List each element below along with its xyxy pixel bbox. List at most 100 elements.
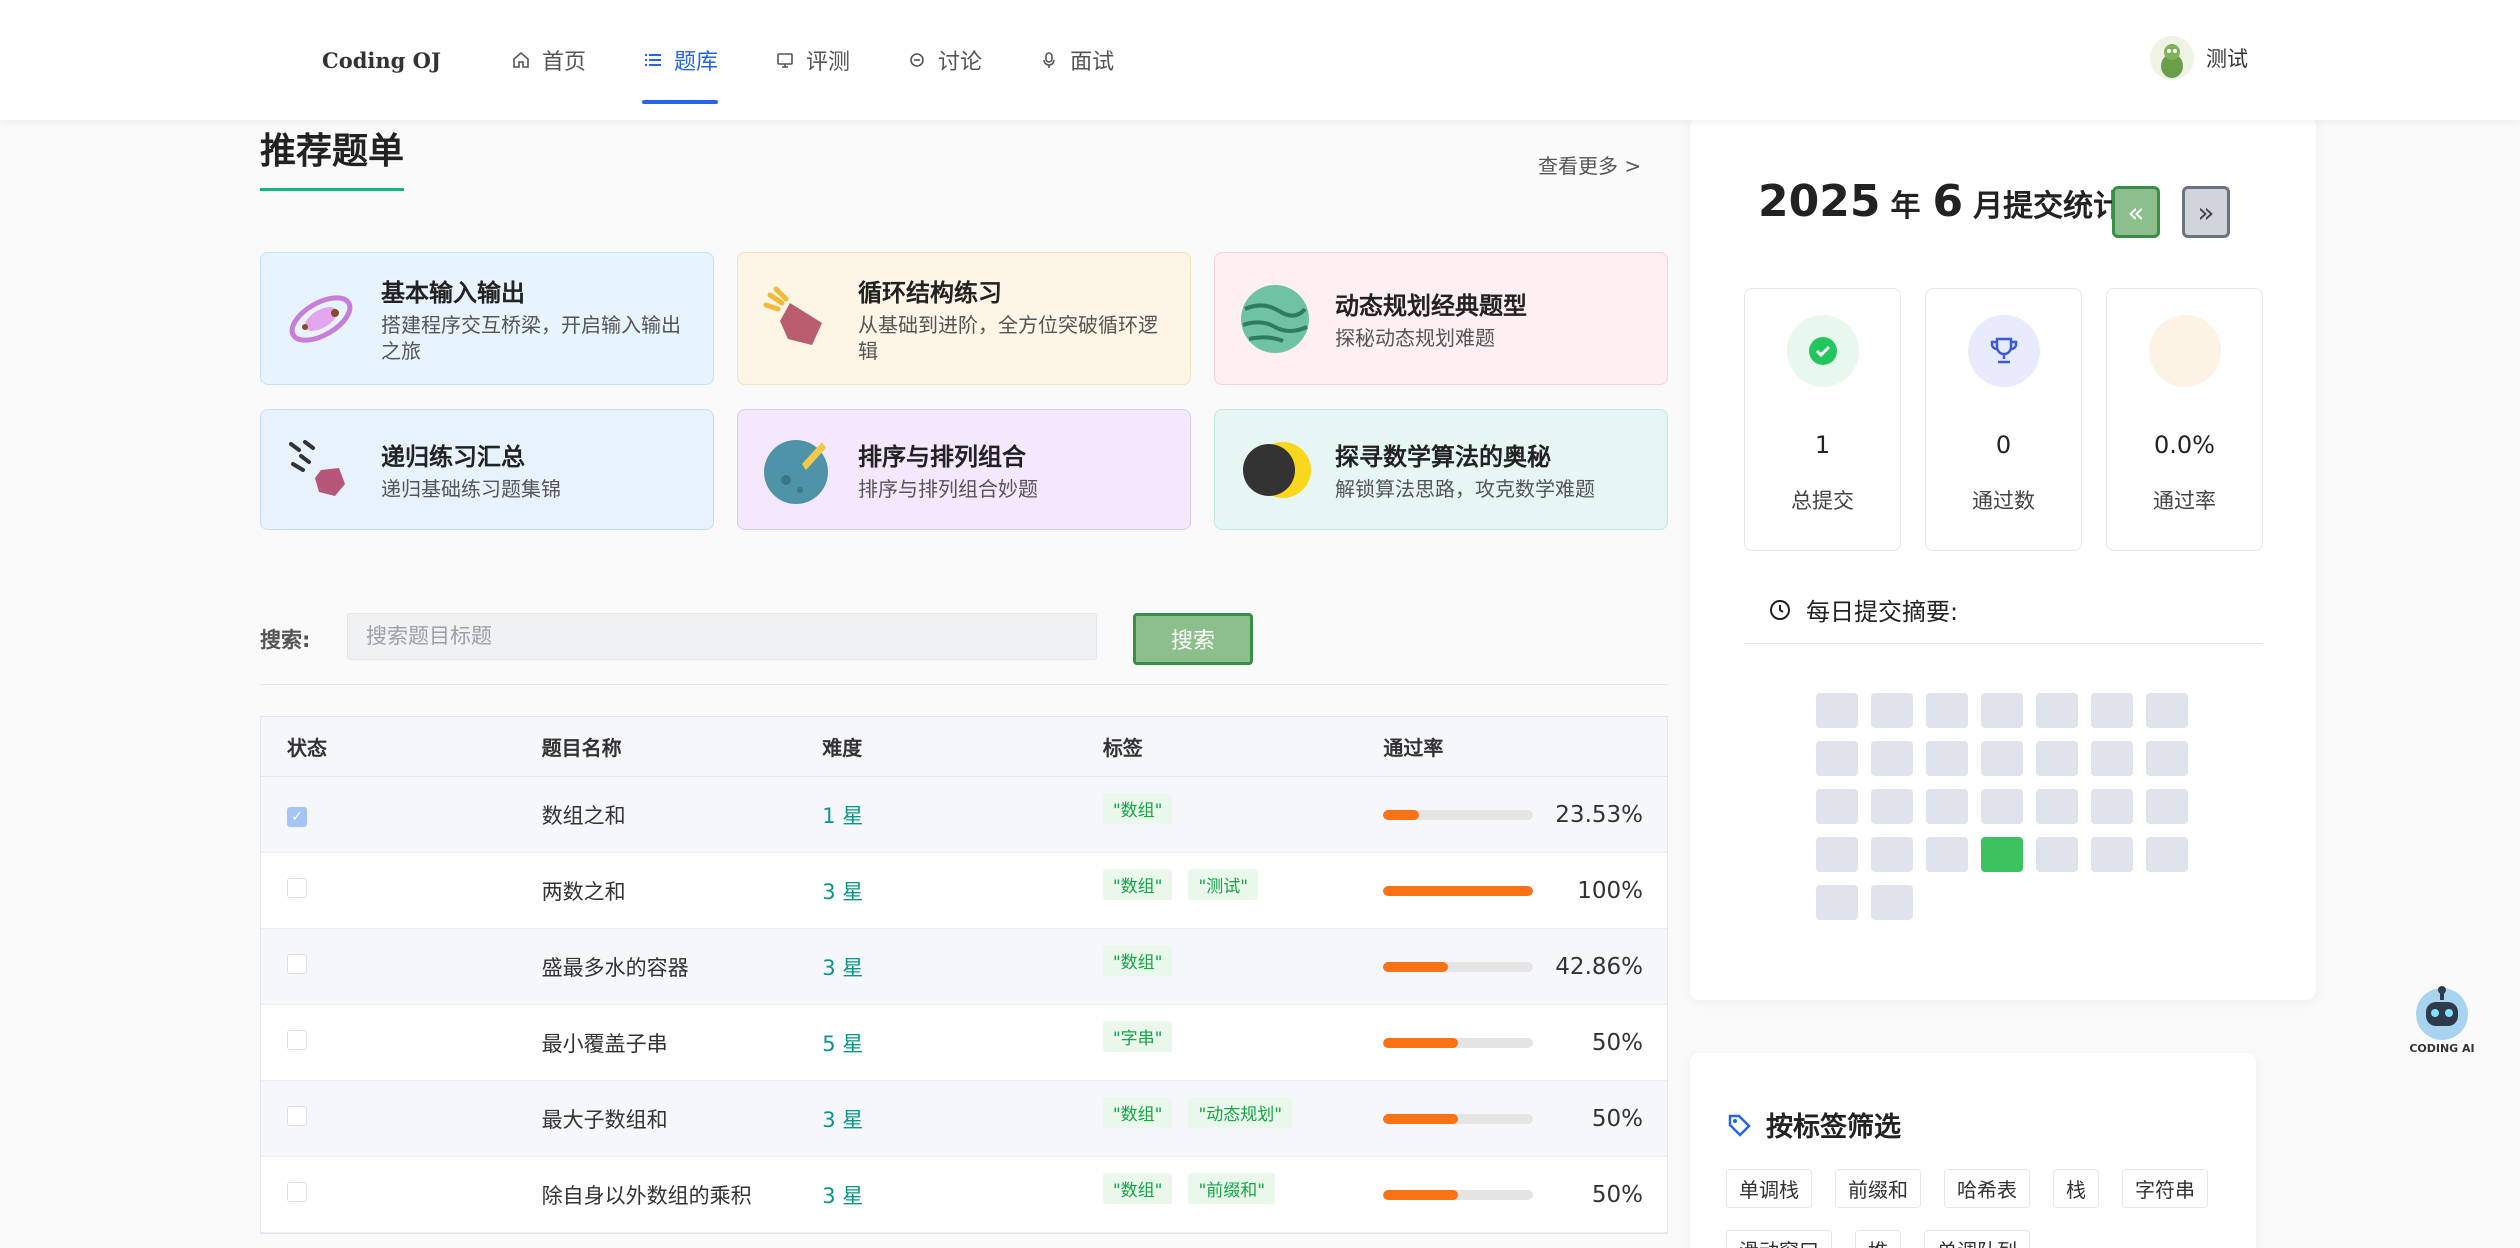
filter-tag[interactable]: 哈希表 bbox=[1944, 1169, 2030, 1208]
problem-tag[interactable]: "数组" bbox=[1102, 1097, 1173, 1128]
problem-tag[interactable]: "字串" bbox=[1102, 1021, 1173, 1052]
status-checkbox[interactable] bbox=[287, 1030, 307, 1050]
day-cell[interactable] bbox=[1981, 741, 2023, 776]
problem-name[interactable]: 盛最多水的容器 bbox=[542, 952, 823, 982]
status-checkbox[interactable] bbox=[287, 878, 307, 898]
day-cell[interactable] bbox=[2036, 741, 2078, 776]
filter-tag[interactable]: 滑动窗口 bbox=[1726, 1230, 1832, 1248]
problem-set-card[interactable]: 排序与排列组合 排序与排列组合妙题 bbox=[737, 409, 1191, 530]
table-row[interactable]: 最大子数组和 3 星 "数组" "动态规划" 50% bbox=[261, 1081, 1667, 1157]
nav-item-judge[interactable]: 评测 bbox=[774, 0, 850, 120]
coding-ai-button[interactable]: CODING AI bbox=[2408, 984, 2476, 1055]
nav-item-home[interactable]: 首页 bbox=[510, 0, 586, 120]
problem-tag[interactable]: "数组" bbox=[1102, 869, 1173, 900]
day-cell[interactable] bbox=[1871, 741, 1913, 776]
day-cell[interactable] bbox=[2146, 837, 2188, 872]
day-cell[interactable] bbox=[2091, 837, 2133, 872]
day-cell[interactable] bbox=[2146, 693, 2188, 728]
avatar[interactable] bbox=[2150, 36, 2194, 80]
problem-set-card[interactable]: 基本输入输出 搭建程序交互桥梁，开启输入输出之旅 bbox=[260, 252, 714, 385]
day-cell[interactable] bbox=[1926, 837, 1968, 872]
nav-item-problems[interactable]: 题库 bbox=[642, 0, 719, 120]
col-header-tags[interactable]: 标签 bbox=[1103, 732, 1384, 761]
status-checkbox[interactable]: ✓ bbox=[287, 807, 307, 827]
problem-tag[interactable]: "动态规划" bbox=[1188, 1097, 1293, 1128]
filter-tag[interactable]: 单调栈 bbox=[1726, 1169, 1812, 1208]
table-row[interactable]: 除自身以外数组的乘积 3 星 "数组" "前缀和" 50% bbox=[261, 1157, 1667, 1233]
problem-name[interactable]: 除自身以外数组的乘积 bbox=[542, 1180, 823, 1210]
day-cell[interactable] bbox=[2091, 741, 2133, 776]
problem-set-card[interactable]: 循环结构练习 从基础到进阶，全方位突破循环逻辑 bbox=[737, 252, 1191, 385]
day-cell[interactable] bbox=[1981, 837, 2023, 872]
day-cell[interactable] bbox=[1816, 789, 1858, 824]
card-desc: 排序与排列组合妙题 bbox=[858, 477, 1038, 501]
pass-rate-fill bbox=[1383, 1113, 1459, 1124]
trophy-icon bbox=[1967, 315, 2040, 387]
day-cell[interactable] bbox=[2146, 789, 2188, 824]
status-checkbox[interactable] bbox=[287, 1182, 307, 1202]
nav-item-discuss[interactable]: 讨论 bbox=[906, 0, 982, 120]
nav-item-interview[interactable]: 面试 bbox=[1038, 0, 1114, 120]
status-checkbox[interactable] bbox=[287, 1106, 307, 1126]
stat-value: 0.0% bbox=[2154, 431, 2215, 459]
problem-name[interactable]: 最小覆盖子串 bbox=[542, 1028, 823, 1058]
filter-tag[interactable]: 前缀和 bbox=[1835, 1169, 1921, 1208]
user-menu[interactable]: 测试 bbox=[2150, 36, 2248, 80]
problem-set-card[interactable]: 探寻数学算法的奥秘 解锁算法思路，攻克数学难题 bbox=[1214, 409, 1668, 530]
day-cell[interactable] bbox=[1926, 693, 1968, 728]
divider bbox=[260, 684, 1668, 685]
day-cell[interactable] bbox=[2036, 837, 2078, 872]
problem-set-card[interactable]: 动态规划经典题型 探秘动态规划难题 bbox=[1214, 252, 1668, 385]
problem-name[interactable]: 两数之和 bbox=[542, 876, 823, 906]
problem-name[interactable]: 数组之和 bbox=[542, 800, 823, 830]
day-cell[interactable] bbox=[1981, 789, 2023, 824]
col-header-name[interactable]: 题目名称 bbox=[542, 732, 823, 761]
col-header-rate[interactable]: 通过率 bbox=[1383, 732, 1667, 761]
problem-tag[interactable]: "数组" bbox=[1102, 793, 1173, 824]
problem-tag[interactable]: "数组" bbox=[1102, 945, 1173, 976]
day-cell[interactable] bbox=[1871, 837, 1913, 872]
pass-rate-value: 50% bbox=[1591, 1029, 1643, 1056]
stat-total-submissions: 1 总提交 bbox=[1744, 288, 1901, 551]
filter-tag[interactable]: 字符串 bbox=[2122, 1169, 2208, 1208]
day-cell[interactable] bbox=[1871, 789, 1913, 824]
table-row[interactable]: 两数之和 3 星 "数组" "测试" 100% bbox=[261, 853, 1667, 929]
table-row[interactable]: 最小覆盖子串 5 星 "字串" 50% bbox=[261, 1005, 1667, 1081]
search-input[interactable]: 搜索题目标题 bbox=[347, 613, 1097, 660]
filter-tag[interactable]: 单调队列 bbox=[1924, 1230, 2030, 1248]
table-row[interactable]: ✓ 数组之和 1 星 "数组" 23.53% bbox=[261, 777, 1667, 853]
day-cell[interactable] bbox=[1816, 885, 1858, 920]
filter-tag[interactable]: 栈 bbox=[2053, 1169, 2099, 1208]
tags-cell: "数组" "测试" bbox=[1102, 869, 1384, 906]
day-cell[interactable] bbox=[2146, 741, 2188, 776]
day-cell[interactable] bbox=[2036, 693, 2078, 728]
day-cell[interactable] bbox=[1926, 789, 1968, 824]
stat-value: 1 bbox=[1814, 431, 1831, 459]
day-cell[interactable] bbox=[2091, 693, 2133, 728]
day-cell[interactable] bbox=[2091, 789, 2133, 824]
status-cell bbox=[261, 1030, 542, 1055]
table-row[interactable]: 盛最多水的容器 3 星 "数组" 42.86% bbox=[261, 929, 1667, 1005]
day-cell[interactable] bbox=[1816, 693, 1858, 728]
prev-month-button[interactable]: « bbox=[2112, 186, 2160, 238]
problem-tag[interactable]: "数组" bbox=[1102, 1173, 1173, 1204]
search-button[interactable]: 搜索 bbox=[1133, 613, 1253, 665]
next-month-button[interactable]: » bbox=[2182, 186, 2230, 238]
problem-tag[interactable]: "前缀和" bbox=[1188, 1173, 1276, 1204]
status-checkbox[interactable] bbox=[287, 954, 307, 974]
brand-logo[interactable]: Coding OJ bbox=[322, 48, 441, 73]
problem-tag[interactable]: "测试" bbox=[1188, 869, 1259, 900]
day-cell[interactable] bbox=[1871, 885, 1913, 920]
day-cell[interactable] bbox=[1926, 741, 1968, 776]
day-cell[interactable] bbox=[1816, 741, 1858, 776]
day-cell[interactable] bbox=[1816, 837, 1858, 872]
problem-name[interactable]: 最大子数组和 bbox=[542, 1104, 823, 1134]
problem-set-card[interactable]: 递归练习汇总 递归基础练习题集锦 bbox=[260, 409, 714, 530]
day-cell[interactable] bbox=[2036, 789, 2078, 824]
day-cell[interactable] bbox=[1981, 693, 2023, 728]
filter-tag[interactable]: 堆 bbox=[1855, 1230, 1901, 1248]
col-header-status[interactable]: 状态 bbox=[261, 732, 542, 761]
col-header-difficulty[interactable]: 难度 bbox=[822, 732, 1103, 761]
see-more-link[interactable]: 查看更多 > bbox=[1538, 150, 1641, 179]
day-cell[interactable] bbox=[1871, 693, 1913, 728]
